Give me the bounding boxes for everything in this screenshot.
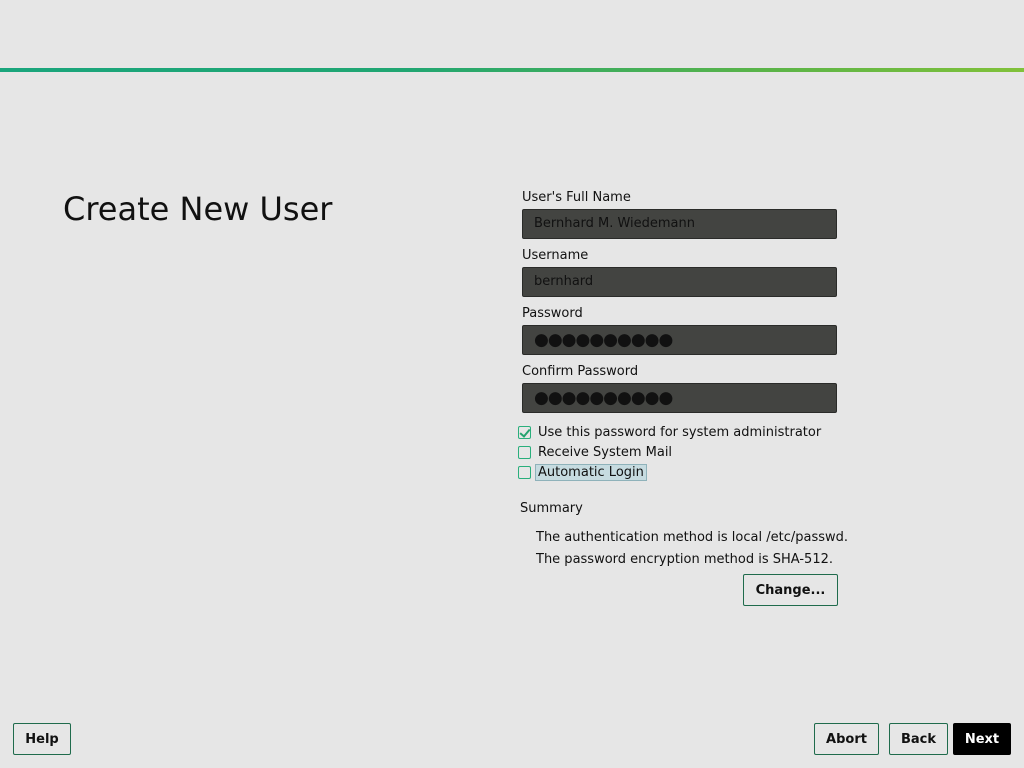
summary-encryption-method: The password encryption method is SHA-51…: [536, 552, 833, 567]
username-input[interactable]: bernhard: [522, 267, 837, 297]
confirm-password-input[interactable]: ●●●●●●●●●●: [522, 383, 837, 413]
summary-auth-method: The authentication method is local /etc/…: [536, 530, 849, 545]
admin-password-label[interactable]: Use this password for system administrat…: [538, 425, 821, 440]
confirm-password-label: Confirm Password: [522, 364, 639, 379]
page-title: Create New User: [63, 190, 333, 228]
automatic-login-label[interactable]: Automatic Login: [535, 464, 647, 481]
automatic-login-checkbox[interactable]: [518, 466, 531, 479]
full-name-input[interactable]: Bernhard M. Wiedemann: [522, 209, 837, 239]
password-label: Password: [522, 306, 583, 321]
system-mail-label[interactable]: Receive System Mail: [538, 445, 672, 460]
back-button[interactable]: Back: [889, 723, 948, 755]
next-button[interactable]: Next: [953, 723, 1011, 755]
username-label: Username: [522, 248, 589, 263]
admin-password-checkbox[interactable]: [518, 426, 531, 439]
summary-heading: Summary: [520, 501, 583, 516]
system-mail-checkbox[interactable]: [518, 446, 531, 459]
help-button[interactable]: Help: [13, 723, 71, 755]
header-accent-bar: [0, 68, 1024, 72]
change-button[interactable]: Change...: [743, 574, 838, 606]
full-name-label: User's Full Name: [522, 190, 631, 205]
password-input[interactable]: ●●●●●●●●●●: [522, 325, 837, 355]
abort-button[interactable]: Abort: [814, 723, 879, 755]
